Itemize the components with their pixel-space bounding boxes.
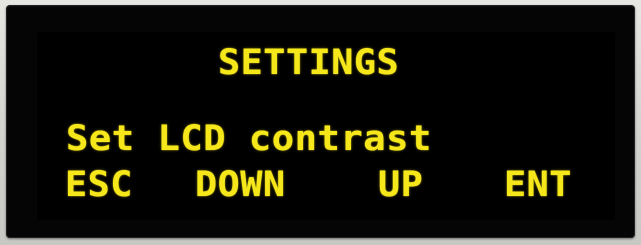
settings-title: SETTINGS — [218, 43, 400, 83]
contrast-setting-label: Set LCD contrast — [66, 119, 432, 159]
esc-softkey[interactable]: ESC — [65, 168, 133, 203]
enter-softkey[interactable]: ENT — [504, 168, 572, 203]
up-softkey[interactable]: UP — [378, 168, 423, 203]
device-frame: SETTINGS Set LCD contrast ESC DOWN UP EN… — [0, 0, 641, 245]
down-softkey[interactable]: DOWN — [195, 168, 286, 203]
